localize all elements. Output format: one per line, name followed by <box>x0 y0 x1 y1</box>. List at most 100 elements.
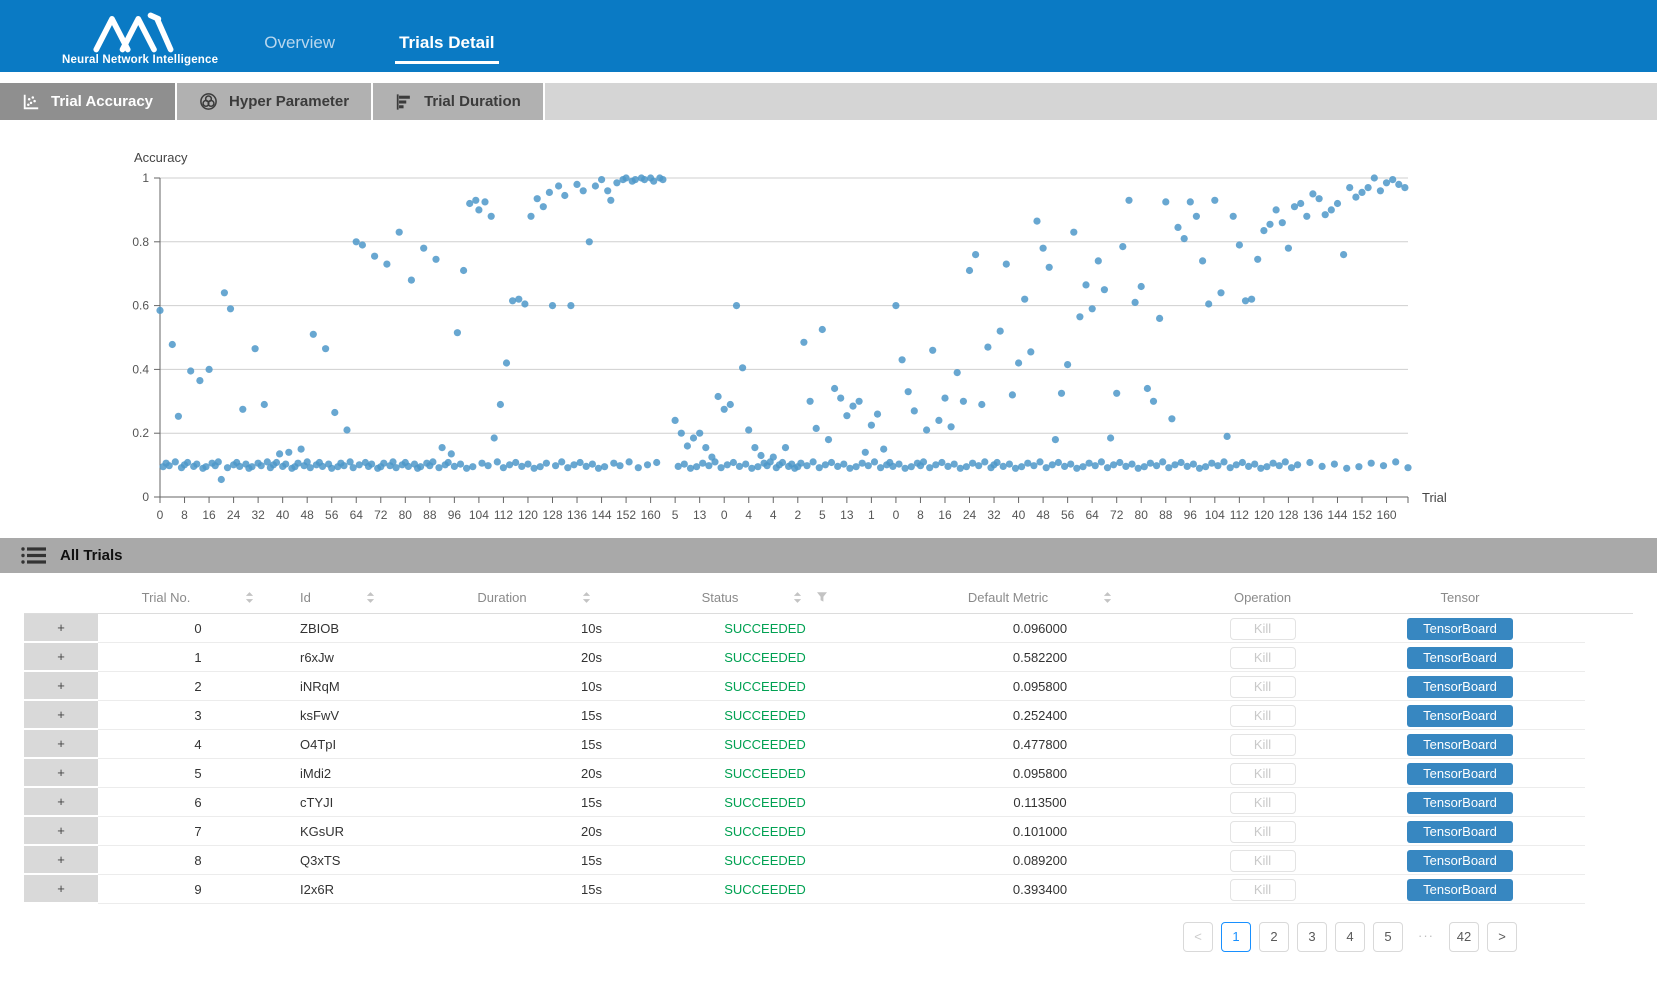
page-ellipsis[interactable]: ··· <box>1411 922 1441 952</box>
column-header-duration[interactable]: Duration <box>428 590 640 605</box>
row-expander[interactable]: + <box>24 701 98 730</box>
subtab-trial-duration[interactable]: Trial Duration <box>373 83 545 120</box>
kill-button[interactable]: Kill <box>1230 763 1296 785</box>
cell-status: SUCCEEDED <box>640 731 890 759</box>
section-title: All Trials <box>60 547 123 564</box>
cell-trial-no: 1 <box>98 644 298 672</box>
row-expander[interactable]: + <box>24 643 98 672</box>
tensorboard-button[interactable]: TensorBoard <box>1407 821 1513 843</box>
cell-duration: 15s <box>428 789 640 817</box>
kill-button[interactable]: Kill <box>1230 734 1296 756</box>
cell-default-metric: 0.582200 <box>890 644 1190 672</box>
cell-operation: Kill <box>1190 847 1335 875</box>
svg-text:13: 13 <box>693 508 707 522</box>
row-expander[interactable]: + <box>24 672 98 701</box>
kill-button[interactable]: Kill <box>1230 821 1296 843</box>
page-button-1[interactable]: 1 <box>1221 922 1251 952</box>
svg-text:136: 136 <box>1303 508 1323 522</box>
row-expander[interactable]: + <box>24 817 98 846</box>
svg-text:5: 5 <box>672 508 679 522</box>
column-header-status[interactable]: Status <box>640 590 890 605</box>
tensorboard-button[interactable]: TensorBoard <box>1407 618 1513 640</box>
pagination: <12345 ··· 42 > <box>0 922 1517 952</box>
svg-text:120: 120 <box>1254 508 1274 522</box>
filter-funnel-icon[interactable] <box>816 591 828 603</box>
column-header-tensor: Tensor <box>1335 590 1585 605</box>
page-button-2[interactable]: 2 <box>1259 922 1289 952</box>
row-expander[interactable]: + <box>24 846 98 875</box>
sort-arrows-icon[interactable] <box>1103 591 1112 604</box>
svg-text:80: 80 <box>399 508 413 522</box>
cell-id: Q3xTS <box>298 847 428 875</box>
page-button-5[interactable]: 5 <box>1373 922 1403 952</box>
tab-trials-detail[interactable]: Trials Detail <box>395 33 498 64</box>
row-expander[interactable]: + <box>24 788 98 817</box>
brand-text: Neural Network Intelligence <box>62 54 218 66</box>
column-header-trial-no-[interactable]: Trial No. <box>98 590 298 605</box>
svg-text:0.2: 0.2 <box>132 426 149 440</box>
column-header-default-metric[interactable]: Default Metric <box>890 590 1190 605</box>
top-navbar: Neural Network Intelligence Overview Tri… <box>0 0 1657 72</box>
svg-text:8: 8 <box>181 508 188 522</box>
table-body: + 0 ZBIOB 10s SUCCEEDED 0.096000 Kill Te… <box>24 614 1633 904</box>
cell-default-metric: 0.095800 <box>890 760 1190 788</box>
svg-text:88: 88 <box>423 508 437 522</box>
svg-text:56: 56 <box>1061 508 1075 522</box>
tensorboard-button[interactable]: TensorBoard <box>1407 792 1513 814</box>
svg-text:144: 144 <box>592 508 612 522</box>
svg-text:48: 48 <box>301 508 315 522</box>
cell-default-metric: 0.113500 <box>890 789 1190 817</box>
tensorboard-button[interactable]: TensorBoard <box>1407 763 1513 785</box>
table-row: + 3 ksFwV 15s SUCCEEDED 0.252400 Kill Te… <box>24 701 1633 730</box>
svg-text:96: 96 <box>1184 508 1198 522</box>
svg-text:112: 112 <box>1230 508 1249 522</box>
page-button-4[interactable]: 4 <box>1335 922 1365 952</box>
tensorboard-button[interactable]: TensorBoard <box>1407 676 1513 698</box>
kill-button[interactable]: Kill <box>1230 850 1296 872</box>
kill-button[interactable]: Kill <box>1230 705 1296 727</box>
cell-tensor: TensorBoard <box>1335 644 1585 672</box>
tensorboard-button[interactable]: TensorBoard <box>1407 647 1513 669</box>
next-page-button[interactable]: > <box>1487 922 1517 952</box>
row-expander[interactable]: + <box>24 875 98 904</box>
table-row: + 7 KGsUR 20s SUCCEEDED 0.101000 Kill Te… <box>24 817 1633 846</box>
kill-button[interactable]: Kill <box>1230 618 1296 640</box>
svg-text:152: 152 <box>1352 508 1372 522</box>
kill-button[interactable]: Kill <box>1230 792 1296 814</box>
cell-duration: 15s <box>428 847 640 875</box>
svg-text:160: 160 <box>1377 508 1397 522</box>
cell-id: O4TpI <box>298 731 428 759</box>
svg-text:80: 80 <box>1135 508 1149 522</box>
sort-arrows-icon[interactable] <box>366 591 375 604</box>
sort-arrows-icon[interactable] <box>245 591 254 604</box>
page-button-3[interactable]: 3 <box>1297 922 1327 952</box>
svg-text:104: 104 <box>1205 508 1225 522</box>
tensorboard-button[interactable]: TensorBoard <box>1407 705 1513 727</box>
svg-text:64: 64 <box>1085 508 1099 522</box>
cell-tensor: TensorBoard <box>1335 731 1585 759</box>
column-label: Trial No. <box>142 590 191 605</box>
tensorboard-button[interactable]: TensorBoard <box>1407 879 1513 901</box>
kill-button[interactable]: Kill <box>1230 676 1296 698</box>
prev-page-button[interactable]: < <box>1183 922 1213 952</box>
column-header-id[interactable]: Id <box>298 590 428 605</box>
sort-arrows-icon[interactable] <box>793 591 802 604</box>
subtab-trial-accuracy[interactable]: Trial Accuracy <box>0 83 177 120</box>
row-expander[interactable]: + <box>24 730 98 759</box>
kill-button[interactable]: Kill <box>1230 879 1296 901</box>
cell-default-metric: 0.089200 <box>890 847 1190 875</box>
svg-text:4: 4 <box>770 508 777 522</box>
row-expander[interactable]: + <box>24 759 98 788</box>
tensorboard-button[interactable]: TensorBoard <box>1407 734 1513 756</box>
tensorboard-button[interactable]: TensorBoard <box>1407 850 1513 872</box>
page-button-42[interactable]: 42 <box>1449 922 1479 952</box>
kill-button[interactable]: Kill <box>1230 647 1296 669</box>
row-expander[interactable]: + <box>24 614 98 643</box>
cell-operation: Kill <box>1190 731 1335 759</box>
cell-operation: Kill <box>1190 644 1335 672</box>
subtab-hyper-parameter[interactable]: Hyper Parameter <box>177 83 373 120</box>
cell-tensor: TensorBoard <box>1335 876 1585 904</box>
nni-logo-icon <box>84 11 196 53</box>
tab-overview[interactable]: Overview <box>260 33 339 64</box>
sort-arrows-icon[interactable] <box>582 591 591 604</box>
